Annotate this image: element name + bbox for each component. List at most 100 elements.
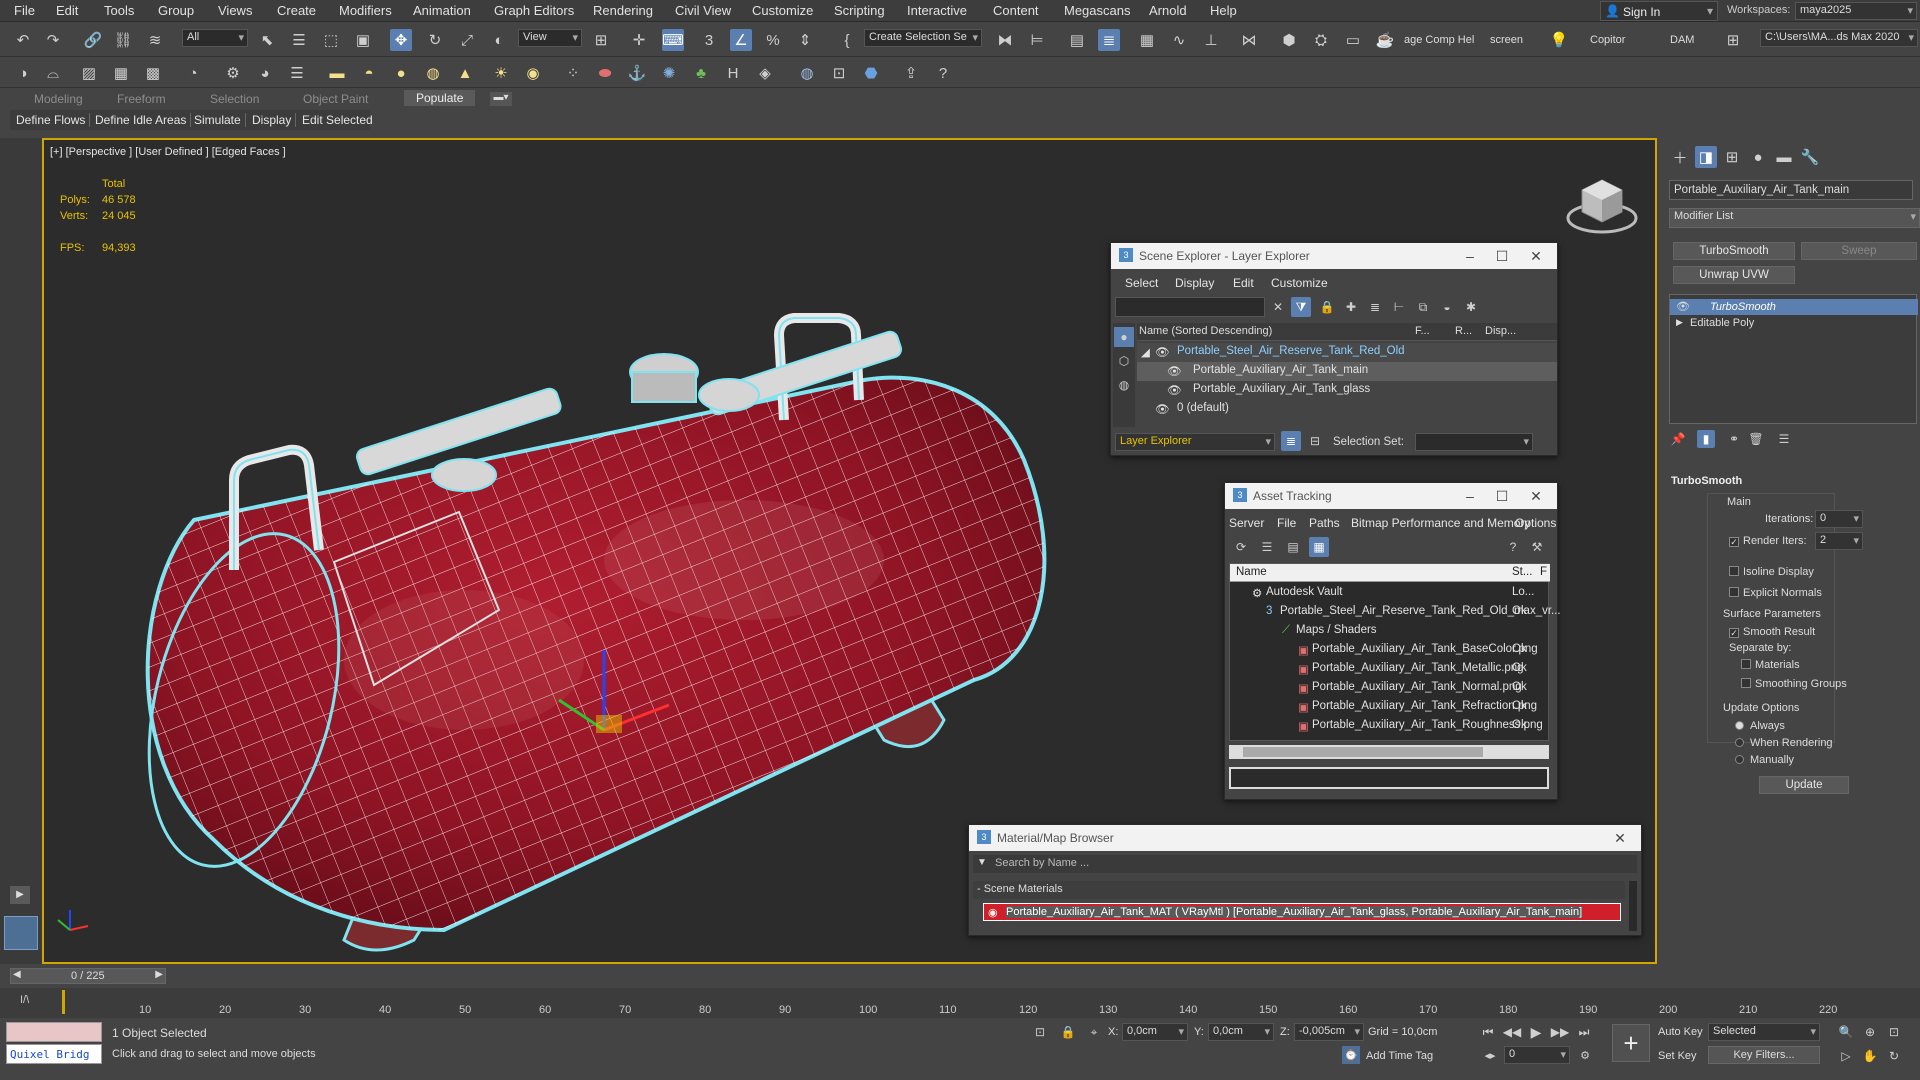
go-to-start-icon[interactable]: ⏮ xyxy=(1478,1022,1498,1042)
ribbon-tab-modeling[interactable]: Modeling xyxy=(34,92,83,106)
menu-create[interactable]: Create xyxy=(277,3,316,18)
placement-icon[interactable]: ◐ xyxy=(488,29,510,51)
sweep-button[interactable]: Sweep xyxy=(1801,242,1917,260)
at-menu-paths[interactable]: Paths xyxy=(1309,516,1340,530)
project-folder-icon[interactable]: ⊞ xyxy=(1722,29,1744,51)
explicit-normals-checkbox[interactable]: Explicit Normals xyxy=(1729,587,1822,599)
keyboard-shortcut-toggle-icon[interactable]: ⌨ xyxy=(662,29,684,51)
time-slider[interactable]: ◀ 0 / 225 ▶ xyxy=(10,968,166,984)
select-manipulate-icon[interactable]: ✛ xyxy=(628,29,650,51)
plant-icon[interactable]: ♣ xyxy=(690,62,712,84)
turbosmooth-button[interactable]: TurboSmooth xyxy=(1673,242,1795,260)
motion-tab-icon[interactable]: ● xyxy=(1747,146,1769,168)
chevron-right-icon[interactable]: ▶ xyxy=(155,969,163,980)
sun-icon[interactable]: ☀ xyxy=(490,62,512,84)
redo-icon[interactable]: ↷ xyxy=(42,29,64,51)
table-row[interactable]: ▣ Portable_Auxiliary_Air_Tank_Refraction… xyxy=(1230,698,1550,717)
menu-scripting[interactable]: Scripting xyxy=(834,3,885,18)
particles-icon[interactable]: ⁘ xyxy=(562,62,584,84)
explorer-mode-dropdown[interactable]: Layer Explorer xyxy=(1115,433,1275,451)
sphere-light-icon[interactable]: ● xyxy=(390,62,412,84)
layer-explorer-icon[interactable]: ≣ xyxy=(1098,29,1120,51)
unlink-icon[interactable]: ⛓ xyxy=(112,29,134,51)
maxscript-listener-mini[interactable] xyxy=(6,1022,102,1042)
menu-group[interactable]: Group xyxy=(158,3,194,18)
window-crossing-icon[interactable]: ▣ xyxy=(352,29,374,51)
menu-modifiers[interactable]: Modifiers xyxy=(339,3,392,18)
mirror-icon[interactable]: ⧓ xyxy=(994,29,1016,51)
scene-explorer-titlebar[interactable]: 3 Scene Explorer - Layer Explorer – ☐ ✕ xyxy=(1111,243,1557,269)
proxy-icon[interactable]: ⚓ xyxy=(626,62,648,84)
ribbon-toggle-icon[interactable]: ▬▾ xyxy=(490,92,512,106)
render-region-icon[interactable]: ⊡ xyxy=(828,62,850,84)
dome-icon[interactable]: ◓ xyxy=(358,62,380,84)
menu-file[interactable]: File xyxy=(14,3,35,18)
debug-icon[interactable]: ◈ xyxy=(754,62,776,84)
trackbar-toggle-icon[interactable]: I/\ xyxy=(20,994,29,1006)
field-of-view-icon[interactable]: ▷ xyxy=(1836,1046,1856,1066)
expand-icon[interactable]: ◢ xyxy=(1141,345,1150,359)
ref-coord-dropdown[interactable]: View xyxy=(518,29,582,47)
display-lights-icon[interactable]: ◍ xyxy=(1114,375,1134,395)
time-cursor[interactable] xyxy=(62,990,65,1014)
iterations-spinner[interactable]: 0 xyxy=(1815,510,1863,528)
close-icon[interactable]: ✕ xyxy=(1525,246,1547,266)
play-icon[interactable]: ▶ xyxy=(1526,1022,1546,1042)
material-browser-window[interactable]: 3 Material/Map Browser ✕ ▼ Search by Nam… xyxy=(968,824,1642,936)
isoline-display-checkbox[interactable]: Isoline Display xyxy=(1729,566,1814,578)
ribbon-toggle-icon[interactable]: ▦ xyxy=(1136,29,1158,51)
comp-helper-label[interactable]: age Comp Hel xyxy=(1404,34,1474,46)
display-geometry-icon[interactable]: ⬡ xyxy=(1114,351,1134,371)
z-coord-field[interactable]: -0,005cm xyxy=(1294,1023,1364,1041)
shapes-icon[interactable]: ⌓ xyxy=(42,62,64,84)
layer-sort-icon[interactable]: ⧉ xyxy=(1413,297,1433,317)
hierarchy-icon[interactable]: ⊢ xyxy=(1389,297,1409,317)
chevron-down-icon[interactable]: ▼ xyxy=(977,857,987,868)
helper-filter-icon[interactable]: ✱ xyxy=(1461,297,1481,317)
stack-item-turbosmooth[interactable]: 👁 TurboSmooth xyxy=(1670,299,1918,315)
time-config-icon[interactable]: ⚙ xyxy=(1576,1046,1594,1064)
scene-mode-icon[interactable]: ⊟ xyxy=(1305,431,1325,451)
edit-selected-button[interactable]: Edit Selected xyxy=(298,113,377,127)
quixel-bridge-field[interactable]: Quixel Bridg xyxy=(6,1044,102,1064)
zoom-extents-icon[interactable]: ⊡ xyxy=(1884,1022,1904,1042)
pivot-center-icon[interactable]: ⊞ xyxy=(590,29,612,51)
sign-in-dropdown[interactable]: 👤 Sign In ▾ xyxy=(1600,1,1718,21)
trackbar[interactable]: I/\ 10 20 30 40 50 60 70 80 90 100 110 1… xyxy=(0,988,1920,1018)
list-item[interactable]: 👁 Portable_Auxiliary_Air_Tank_main xyxy=(1137,362,1557,381)
render-setup-icon[interactable]: ⛭ xyxy=(1310,29,1332,51)
workspace-dropdown[interactable]: maya2025 xyxy=(1795,2,1917,20)
se-menu-select[interactable]: Select xyxy=(1125,276,1158,290)
menu-graph-editors[interactable]: Graph Editors xyxy=(494,3,574,18)
material-search-bar[interactable]: ▼ Search by Name ... xyxy=(973,855,1637,873)
utilities-tab-icon[interactable]: 🔧 xyxy=(1799,146,1821,168)
display-tab-icon[interactable]: ▬ xyxy=(1773,146,1795,168)
smooth-result-checkbox[interactable]: ✓ Smooth Result xyxy=(1729,626,1815,638)
list-item[interactable]: 👁 Portable_Auxiliary_Air_Tank_glass xyxy=(1137,381,1557,400)
se-col-freeze[interactable]: F... xyxy=(1415,325,1430,337)
always-radio[interactable]: Always xyxy=(1735,720,1785,732)
create-tab-icon[interactable]: ＋ xyxy=(1669,146,1691,168)
list-item[interactable]: 👁 0 (default) xyxy=(1137,400,1557,419)
select-by-name-icon[interactable]: ☰ xyxy=(288,29,310,51)
scrollbar-thumb[interactable] xyxy=(1243,747,1483,757)
material-browser-titlebar[interactable]: 3 Material/Map Browser ✕ xyxy=(969,825,1641,851)
eye-icon[interactable]: 👁 xyxy=(1155,402,1170,416)
stack-item-editable-poly[interactable]: ▶ Editable Poly xyxy=(1670,315,1918,331)
isolate-icon[interactable]: ⊡ xyxy=(1030,1022,1050,1042)
next-frame-icon[interactable]: ▶▶ xyxy=(1550,1022,1570,1042)
menu-edit[interactable]: Edit xyxy=(56,3,78,18)
current-frame-field[interactable]: 0 xyxy=(1504,1046,1570,1064)
menu-rendering[interactable]: Rendering xyxy=(593,3,653,18)
export-icon[interactable]: ⇪ xyxy=(900,62,922,84)
light-filter-icon[interactable]: ◒ xyxy=(1437,297,1457,317)
se-col-name[interactable]: Name (Sorted Descending) xyxy=(1139,325,1272,337)
vertical-scrollbar[interactable] xyxy=(1629,881,1637,931)
material-editor-icon[interactable]: ⬢ xyxy=(1278,29,1300,51)
cone-light-icon[interactable]: ▲ xyxy=(454,62,476,84)
perspective-viewport[interactable]: [+] [Perspective ] [User Defined ] [Edge… xyxy=(42,138,1657,964)
dam-label[interactable]: DAM xyxy=(1670,34,1694,46)
material-search-input[interactable]: Search by Name ... xyxy=(995,857,1089,869)
modify-tab-icon[interactable]: ◨ xyxy=(1695,146,1717,168)
selection-set-dropdown[interactable] xyxy=(1415,433,1533,451)
